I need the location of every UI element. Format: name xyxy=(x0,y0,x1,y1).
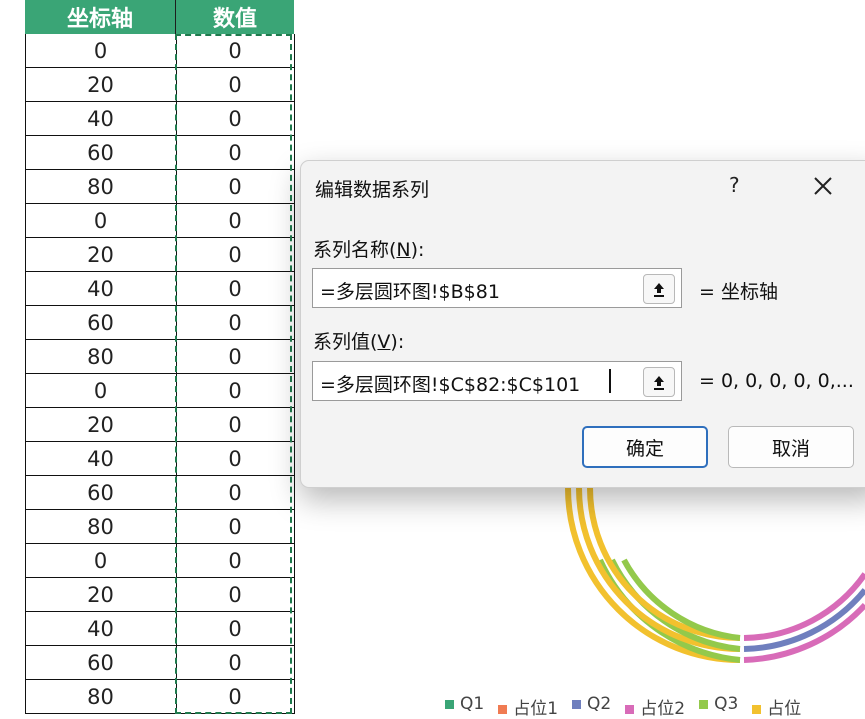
dialog-title: 编辑数据系列 xyxy=(315,179,430,201)
cell-value[interactable]: 0 xyxy=(176,306,294,339)
cell-axis[interactable]: 80 xyxy=(25,170,176,203)
cell-value[interactable]: 0 xyxy=(176,374,294,407)
cell-value[interactable]: 0 xyxy=(176,612,294,645)
table-row[interactable]: 00 xyxy=(25,204,294,238)
cell-value[interactable]: 0 xyxy=(176,680,294,713)
spreadsheet: 坐标轴 数值 0 0 20 0 40 0 60 0 80 0 0 0 20 0 40 0 60 0 80 0 0 0 20 0… xyxy=(0,0,300,714)
legend-item-q3: Q3 xyxy=(699,694,738,719)
chart-legend[interactable]: Q1 占位1 Q2 占位2 Q3 占位 xyxy=(445,694,801,719)
close-button[interactable] xyxy=(806,169,840,203)
cell-axis[interactable]: 60 xyxy=(25,306,176,339)
ring-mid-yellow xyxy=(576,487,741,652)
cell-axis[interactable]: 60 xyxy=(25,136,176,169)
cell-value[interactable]: 0 xyxy=(176,136,294,169)
series-values-collapse-button[interactable] xyxy=(643,367,675,397)
header-value[interactable]: 数值 xyxy=(176,0,294,34)
series-values-result: = 0, 0, 0, 0, 0,... xyxy=(699,370,854,392)
table-row[interactable]: 40 0 xyxy=(25,442,294,476)
table-row[interactable]: 20 0 xyxy=(25,408,294,442)
series-name-result: = 坐标轴 xyxy=(699,281,778,303)
grid-line xyxy=(25,34,26,714)
cell-axis[interactable]: 0 xyxy=(25,374,176,407)
series-name-collapse-button[interactable] xyxy=(643,274,675,304)
cell-axis[interactable]: 20 xyxy=(25,68,176,101)
legend-item-placeholder3: 占位 xyxy=(752,694,801,719)
table-row[interactable]: 40 0 xyxy=(25,612,294,646)
series-values-value: =多层圆环图!$C$82:$C$101 xyxy=(320,374,581,396)
table-row[interactable]: 60 0 xyxy=(25,646,294,680)
cell-axis[interactable]: 0 xyxy=(25,34,176,67)
cell-axis[interactable]: 40 xyxy=(25,102,176,135)
ring-inner-yellow xyxy=(587,487,741,641)
help-button[interactable]: ? xyxy=(729,173,740,197)
series-name-value: =多层圆环图!$B$81 xyxy=(320,281,500,303)
table-row[interactable]: 40 0 xyxy=(25,272,294,306)
table-row[interactable]: 00 xyxy=(25,544,294,578)
cell-axis[interactable]: 60 xyxy=(25,476,176,509)
table-row[interactable]: 60 0 xyxy=(25,136,294,170)
cell-value[interactable]: 0 xyxy=(176,442,294,475)
cell-axis[interactable]: 40 xyxy=(25,612,176,645)
cell-value[interactable]: 0 xyxy=(176,238,294,271)
legend-item-placeholder1: 占位1 xyxy=(498,694,558,719)
cell-axis[interactable]: 80 xyxy=(25,680,176,713)
table-row[interactable]: 20 0 xyxy=(25,578,294,612)
cell-axis[interactable]: 40 xyxy=(25,442,176,475)
collapse-icon xyxy=(654,376,664,390)
series-values-label: 系列值(V): xyxy=(313,331,405,353)
cell-axis[interactable]: 20 xyxy=(25,238,176,271)
table-row[interactable]: 00 xyxy=(25,34,294,68)
cell-axis[interactable]: 20 xyxy=(25,408,176,441)
ok-button[interactable]: 确定 xyxy=(582,426,708,468)
cancel-button[interactable]: 取消 xyxy=(728,426,854,468)
cell-value[interactable]: 0 xyxy=(176,578,294,611)
cell-axis[interactable]: 80 xyxy=(25,340,176,373)
cell-axis[interactable]: 0 xyxy=(25,544,176,577)
text-caret xyxy=(609,369,611,393)
table-row[interactable]: 40 0 xyxy=(25,102,294,136)
series-name-field[interactable]: =多层圆环图!$B$81 xyxy=(312,268,682,308)
table-row[interactable]: 20 0 xyxy=(25,238,294,272)
cell-axis[interactable]: 20 xyxy=(25,578,176,611)
legend-item-q1: Q1 xyxy=(445,694,484,719)
cell-value[interactable]: 0 xyxy=(176,408,294,441)
table-row[interactable]: 80 0 xyxy=(25,170,294,204)
table-row[interactable]: 00 xyxy=(25,374,294,408)
cell-value[interactable]: 0 xyxy=(176,340,294,373)
legend-item-placeholder2: 占位2 xyxy=(625,694,685,719)
table-row[interactable]: 20 0 xyxy=(25,68,294,102)
cell-value[interactable]: 0 xyxy=(176,68,294,101)
cell-axis[interactable]: 40 xyxy=(25,272,176,305)
table-row[interactable]: 60 0 xyxy=(25,306,294,340)
table-row[interactable]: 80 0 xyxy=(25,680,294,714)
cell-value[interactable]: 0 xyxy=(176,544,294,577)
table-row[interactable]: 80 0 xyxy=(25,340,294,374)
grid-line xyxy=(176,34,177,714)
table-row[interactable]: 60 0 xyxy=(25,476,294,510)
legend-item-q2: Q2 xyxy=(572,694,611,719)
grid-line xyxy=(294,34,295,714)
cell-axis[interactable]: 0 xyxy=(25,204,176,237)
cell-value[interactable]: 0 xyxy=(176,34,294,67)
cell-value[interactable]: 0 xyxy=(176,476,294,509)
cell-value[interactable]: 0 xyxy=(176,170,294,203)
cell-axis[interactable]: 60 xyxy=(25,646,176,679)
cell-axis[interactable]: 80 xyxy=(25,510,176,543)
table-row[interactable]: 80 0 xyxy=(25,510,294,544)
cell-value[interactable]: 0 xyxy=(176,204,294,237)
header-axis[interactable]: 坐标轴 xyxy=(25,0,176,34)
close-icon xyxy=(814,177,832,195)
cell-value[interactable]: 0 xyxy=(176,102,294,135)
series-name-label: 系列名称(N): xyxy=(313,239,425,261)
edit-series-dialog: 编辑数据系列 ? 系列名称(N): =多层圆环图!$B$81 = 坐标轴 系列值… xyxy=(300,160,865,488)
cell-value[interactable]: 0 xyxy=(176,510,294,543)
collapse-icon xyxy=(654,283,664,297)
cell-value[interactable]: 0 xyxy=(176,646,294,679)
cell-value[interactable]: 0 xyxy=(176,272,294,305)
series-values-field[interactable]: =多层圆环图!$C$82:$C$101 xyxy=(312,361,682,401)
